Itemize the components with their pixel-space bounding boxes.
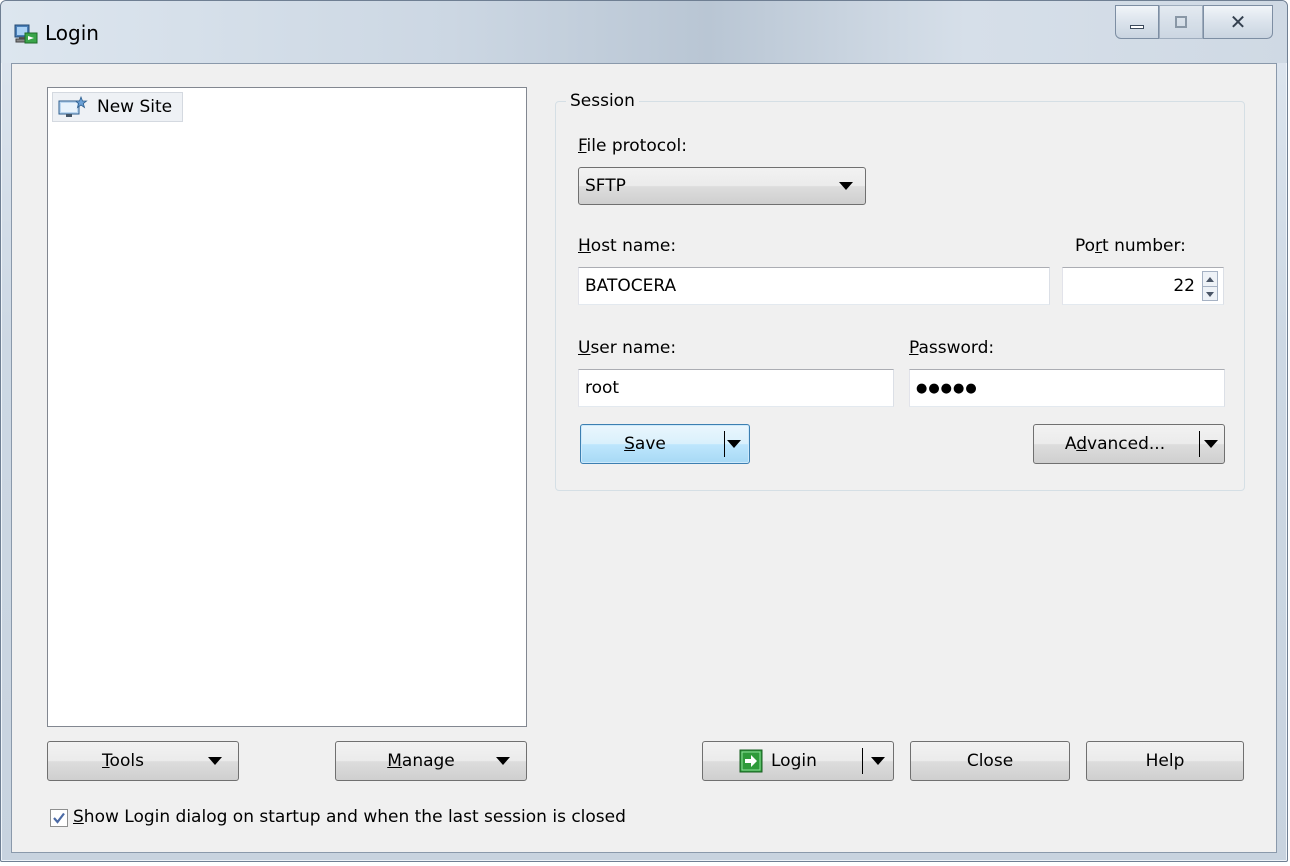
caption-buttons: ✕ (1115, 5, 1273, 41)
host-name-accelerator: H (578, 236, 591, 256)
port-number-label-pre: Po (1075, 236, 1096, 256)
password-label: Password: (909, 338, 994, 358)
split-separator (862, 748, 863, 774)
password-accelerator: P (909, 338, 919, 358)
chevron-down-icon (496, 757, 510, 765)
show-login-checkbox-label[interactable]: Show Login dialog on startup and when th… (73, 807, 626, 827)
help-button[interactable]: Help (1086, 741, 1244, 781)
maximize-button[interactable] (1159, 5, 1203, 39)
advanced-button[interactable]: Advanced... (1033, 424, 1225, 464)
spin-down-icon[interactable] (1203, 287, 1217, 301)
tools-button-label: Tools (102, 751, 144, 771)
save-label-text: ave (634, 434, 666, 454)
close-button-caption[interactable]: ✕ (1203, 5, 1273, 39)
manage-label-text: anage (401, 751, 455, 771)
login-button-label: Login (771, 751, 817, 771)
split-separator (1199, 431, 1200, 457)
user-name-input[interactable]: root (578, 369, 894, 407)
computer-star-icon (58, 95, 88, 117)
host-name-input[interactable]: BATOCERA (578, 267, 1050, 305)
port-number-label: Port number: (1075, 236, 1186, 256)
file-protocol-accelerator: F (578, 136, 587, 156)
window-title: Login (45, 21, 99, 45)
chevron-down-icon (208, 757, 222, 765)
dialog-client-area: New Site Session File protocol: SFTP Hos… (11, 63, 1277, 853)
winscp-app-icon (14, 24, 38, 44)
maximize-icon (1175, 16, 1187, 28)
checkmark-icon (53, 812, 65, 824)
close-icon: ✕ (1229, 10, 1247, 34)
file-protocol-label: File protocol: (578, 136, 687, 156)
file-protocol-select[interactable]: SFTP (578, 167, 866, 205)
title-bar[interactable]: Login ✕ (1, 1, 1287, 63)
tools-accelerator: T (102, 751, 110, 771)
host-name-label-text: ost name: (590, 236, 677, 256)
port-number-spinner[interactable] (1202, 271, 1218, 301)
show-login-checkbox[interactable] (50, 809, 68, 827)
login-button[interactable]: Login (702, 741, 894, 781)
tools-label-text: ools (109, 751, 144, 771)
tools-button[interactable]: Tools (47, 741, 239, 781)
user-name-accelerator: U (578, 338, 591, 358)
tree-item-new-site[interactable]: New Site (52, 92, 184, 122)
advanced-button-label: Advanced... (1065, 434, 1165, 454)
spin-up-icon[interactable] (1203, 272, 1217, 287)
user-name-label: User name: (578, 338, 676, 358)
port-number-accelerator: r (1095, 236, 1103, 256)
split-separator (724, 431, 725, 457)
session-group-label: Session (566, 91, 639, 111)
port-number-input[interactable]: 22 (1062, 267, 1224, 305)
save-accelerator: S (624, 434, 635, 454)
file-protocol-value: SFTP (585, 176, 626, 196)
port-number-label-post: t number: (1102, 236, 1186, 256)
host-name-value: BATOCERA (585, 276, 677, 296)
manage-button-label: Manage (387, 751, 455, 771)
site-tree[interactable]: New Site (47, 87, 527, 727)
save-button-label: Save (624, 434, 666, 454)
password-label-text: assword: (918, 338, 995, 358)
show-login-accelerator: S (73, 807, 84, 827)
close-button[interactable]: Close (910, 741, 1070, 781)
chevron-down-icon[interactable] (1204, 440, 1218, 448)
minimize-button[interactable] (1115, 5, 1159, 39)
minimize-icon (1130, 25, 1144, 29)
advanced-label-pre: A (1064, 434, 1077, 454)
manage-accelerator: M (387, 751, 402, 771)
login-window: Login ✕ New Site Session File protocol: … (0, 0, 1288, 862)
user-name-label-text: ser name: (590, 338, 677, 358)
help-button-label: Help (1145, 751, 1185, 771)
chevron-down-icon[interactable] (727, 440, 741, 448)
chevron-down-icon (839, 182, 853, 190)
host-name-label: Host name: (578, 236, 676, 256)
advanced-label-post: vanced... (1087, 434, 1166, 454)
advanced-accelerator: d (1076, 434, 1088, 454)
password-input[interactable]: ●●●●● (909, 369, 1225, 407)
user-name-value: root (585, 378, 620, 398)
manage-button[interactable]: Manage (335, 741, 527, 781)
port-number-value: 22 (1173, 276, 1195, 296)
chevron-down-icon[interactable] (871, 757, 885, 765)
save-button[interactable]: Save (580, 424, 750, 464)
password-value: ●●●●● (916, 380, 978, 396)
tree-item-label: New Site (97, 97, 173, 117)
close-button-label: Close (966, 751, 1014, 771)
login-arrow-icon (739, 749, 763, 773)
file-protocol-label-text: ile protocol: (586, 136, 687, 156)
show-login-label-text: how Login dialog on startup and when the… (83, 807, 626, 827)
